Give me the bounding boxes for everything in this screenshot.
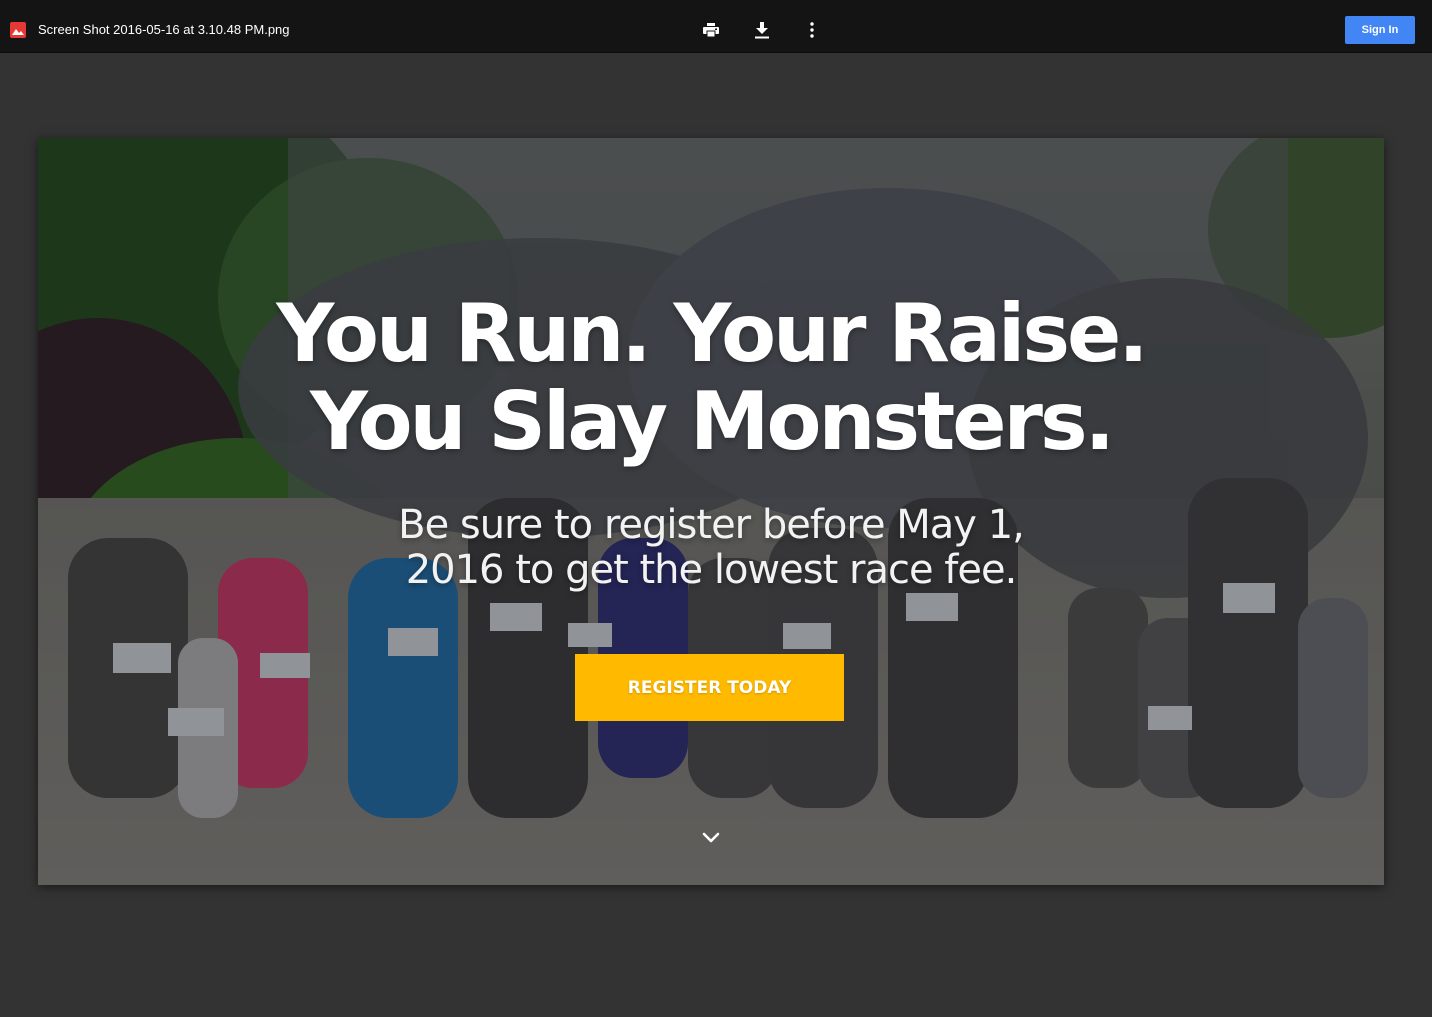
headline-line-2: You Slay Monsters. [309,375,1115,468]
file-name: Screen Shot 2016-05-16 at 3.10.48 PM.png [38,22,290,37]
sign-in-button[interactable]: Sign In [1345,16,1415,44]
subheading-line-2: 2016 to get the lowest race fee. [405,547,1018,593]
hero-headline: You Run. Your Raise. You Slay Monsters. [38,290,1384,466]
hero-subheading: Be sure to register before May 1, 2016 t… [38,503,1384,593]
subheading-line-1: Be sure to register before May 1, [398,502,1025,548]
headline-line-1: You Run. Your Raise. [276,287,1148,380]
download-button[interactable] [750,18,774,42]
print-button[interactable] [699,18,723,42]
viewer-toolbar: Screen Shot 2016-05-16 at 3.10.48 PM.png… [0,0,1432,53]
more-vert-icon [810,22,814,38]
image-file-icon [10,22,26,38]
chevron-down-icon[interactable] [701,830,721,846]
register-today-button[interactable]: REGISTER TODAY [575,654,844,721]
more-options-button[interactable] [800,18,824,42]
print-icon [703,23,719,37]
screenshot-preview: You Run. Your Raise. You Slay Monsters. … [38,138,1384,885]
download-icon [755,21,769,38]
